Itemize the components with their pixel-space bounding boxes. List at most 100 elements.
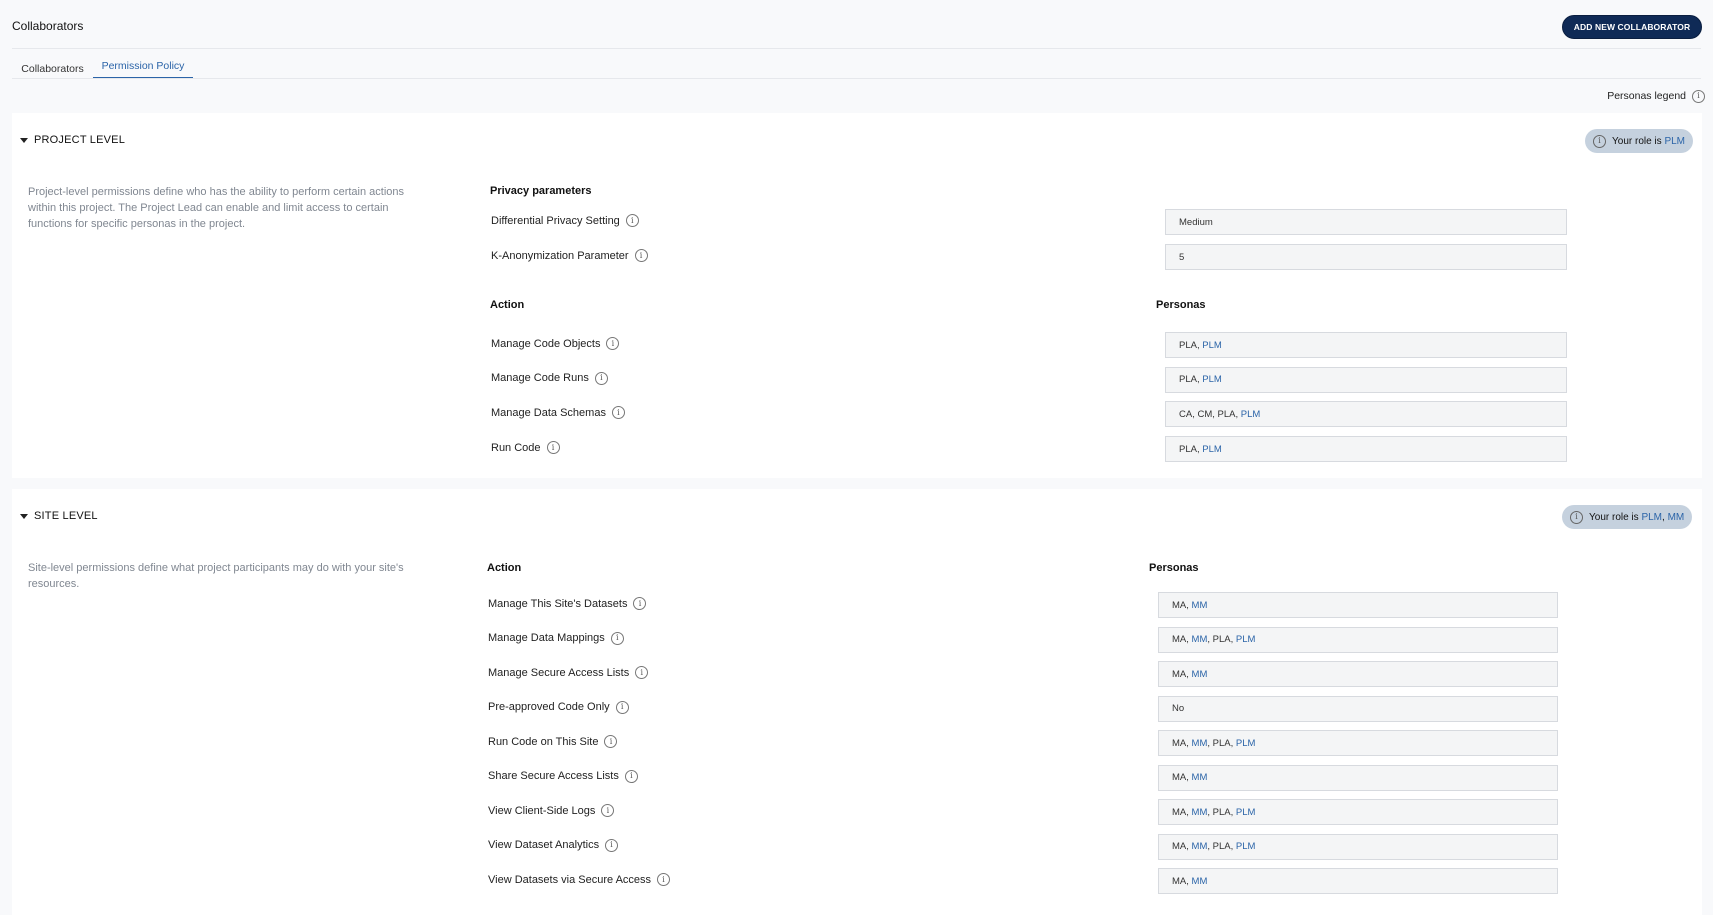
action-label: Run Code — [491, 441, 541, 454]
personas-field[interactable]: MA, MM — [1158, 764, 1558, 791]
info-icon[interactable]: i — [634, 249, 648, 262]
action-label: Manage Code Objects — [491, 337, 601, 350]
action-row-label: View Datasets via Secure Access i — [488, 873, 671, 886]
action-label: Manage Secure Access Lists — [488, 666, 630, 679]
persona-tag: PLM — [1202, 443, 1222, 455]
persona-tag: PLA — [1212, 806, 1231, 818]
info-icon[interactable]: i — [615, 700, 629, 714]
persona-tag: PLA — [1212, 634, 1231, 645]
persona-tag: PLM — [1202, 374, 1222, 386]
persona-tag: PLA — [1179, 374, 1197, 386]
personas-field[interactable]: MA, MM — [1158, 592, 1558, 618]
persona-tag: PLA — [1212, 737, 1231, 749]
info-icon[interactable]: i — [611, 406, 625, 420]
info-icon[interactable]: i — [625, 214, 639, 227]
personas-field[interactable]: CA, CM, PLA, PLM — [1165, 401, 1567, 428]
role-prefix: Your role is — [1612, 135, 1665, 147]
personas-field[interactable]: MA, MM, PLA, PLM — [1158, 626, 1558, 653]
action-row-label: Run Code i — [491, 441, 560, 455]
privacy-row-label: K-Anonymization Parameter i — [491, 249, 648, 262]
page-title: Collaborators — [12, 19, 84, 33]
persona-tag: MM — [1191, 634, 1208, 645]
action-label: Run Code on This Site — [488, 735, 599, 748]
project-role-badge: i Your role is PLM — [1585, 129, 1693, 153]
role-value: PLM — [1641, 511, 1662, 523]
action-label: Share Secure Access Lists — [488, 770, 619, 782]
personas-field[interactable]: PLA, PLM — [1165, 436, 1567, 463]
info-icon[interactable]: i — [624, 769, 638, 783]
persona-tag: MM — [1191, 668, 1208, 680]
persona-tag: CM — [1197, 408, 1213, 420]
personas-field[interactable]: MA, MM, PLA, PLM — [1158, 730, 1558, 756]
action-label: Manage Data Mappings — [488, 632, 605, 644]
role-value: PLM — [1664, 135, 1685, 147]
info-icon[interactable]: i — [606, 337, 620, 350]
site-level-toggle[interactable]: SITE LEVEL — [20, 510, 98, 522]
action-row-label: Manage Code Runs i — [491, 371, 608, 385]
action-row-label: Manage Code Objects i — [491, 337, 620, 350]
differential-privacy-field[interactable]: Medium — [1165, 209, 1567, 235]
action-label: Manage Code Runs — [491, 372, 589, 385]
tab-collaborators[interactable]: Collaborators — [12, 57, 93, 79]
action-row-label: Share Secure Access Lists i — [488, 769, 638, 783]
info-icon[interactable]: i — [1570, 510, 1583, 524]
info-icon[interactable]: i — [604, 735, 618, 748]
info-icon[interactable]: i — [1692, 89, 1705, 103]
persona-tag: PLM — [1235, 634, 1256, 645]
action-row-label: Manage Data Mappings i — [488, 631, 624, 645]
info-icon[interactable]: i — [605, 838, 619, 852]
persona-tag: MA — [1172, 668, 1187, 680]
persona-tag: MA — [1172, 599, 1187, 611]
persona-tag: No — [1172, 703, 1185, 714]
persona-tag: MA — [1172, 806, 1187, 818]
project-action-heading: Action — [490, 299, 525, 311]
persona-tag: PLA — [1179, 339, 1197, 351]
persona-tag: MM — [1191, 599, 1208, 611]
site-level-title: SITE LEVEL — [34, 510, 98, 522]
personas-field[interactable]: PLA, PLM — [1165, 366, 1567, 393]
role-prefix: Your role is — [1589, 511, 1642, 523]
k-anonymization-field[interactable]: 5 — [1165, 244, 1567, 270]
persona-tag: MA — [1172, 841, 1187, 852]
action-row-label: View Dataset Analytics i — [488, 838, 619, 852]
persona-tag: MM — [1191, 806, 1208, 818]
action-row-label: Manage Data Schemas i — [491, 406, 625, 420]
site-personas-heading: Personas — [1149, 562, 1199, 574]
persona-tag: MA — [1172, 737, 1187, 749]
info-icon[interactable]: i — [601, 804, 615, 817]
info-icon[interactable]: i — [633, 597, 647, 610]
info-icon[interactable]: i — [1593, 134, 1606, 148]
persona-tag: PLA — [1179, 443, 1197, 455]
action-row-label: Run Code on This Site i — [488, 735, 618, 748]
info-icon[interactable]: i — [657, 873, 671, 886]
personas-field[interactable]: MA, MM — [1158, 868, 1558, 894]
role-text: Your role is PLM, MM — [1589, 511, 1685, 523]
tab-permission-policy[interactable]: Permission Policy — [93, 57, 193, 79]
persona-tag: PLM — [1235, 841, 1256, 852]
project-level-toggle[interactable]: PROJECT LEVEL — [20, 134, 125, 146]
project-level-title: PROJECT LEVEL — [34, 134, 126, 146]
persona-tag: PLA — [1212, 841, 1231, 852]
info-icon[interactable]: i — [635, 666, 649, 679]
personas-field[interactable]: PLA, PLM — [1165, 332, 1567, 358]
personas-field[interactable]: MA, MM, PLA, PLM — [1158, 799, 1558, 825]
personas-field[interactable]: MA, MM, PLA, PLM — [1158, 833, 1558, 860]
info-icon[interactable]: i — [594, 371, 608, 385]
info-icon[interactable]: i — [546, 441, 560, 455]
persona-tag: MA — [1172, 875, 1187, 887]
persona-tag: MM — [1191, 737, 1208, 749]
info-icon[interactable]: i — [610, 631, 624, 645]
project-level-description: Project-level permissions define who has… — [28, 186, 405, 230]
privacy-parameters-heading: Privacy parameters — [490, 185, 592, 197]
add-new-collaborator-button[interactable]: ADD NEW COLLABORATOR — [1562, 15, 1702, 39]
action-row-label: Manage This Site's Datasets i — [488, 597, 647, 610]
personas-field[interactable]: No — [1158, 695, 1558, 722]
project-personas-heading: Personas — [1156, 299, 1206, 311]
personas-field[interactable]: MA, MM — [1158, 661, 1558, 687]
persona-tag: PLM — [1235, 806, 1256, 818]
persona-tag: MM — [1191, 875, 1208, 887]
persona-tag: MM — [1191, 772, 1208, 783]
header-divider — [12, 48, 1701, 49]
personas-legend[interactable]: Personas legend i — [1560, 88, 1705, 104]
persona-tag: MA — [1172, 634, 1187, 645]
